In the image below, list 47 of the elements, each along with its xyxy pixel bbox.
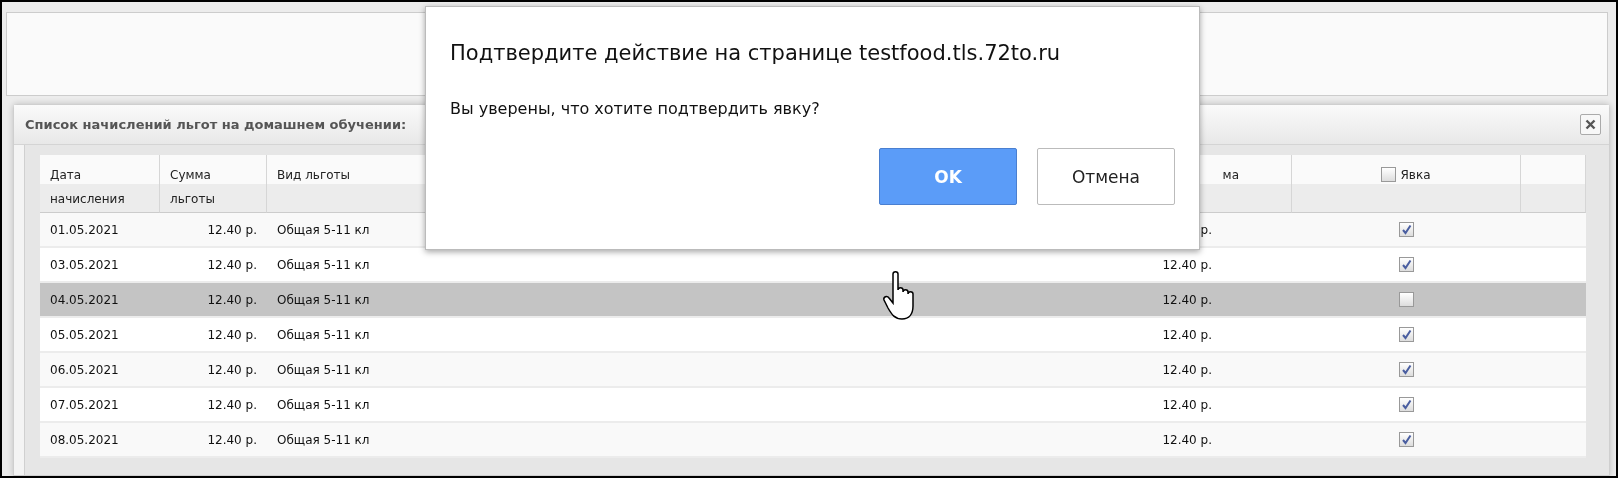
table-cell: 08.05.2021 [50,432,119,447]
table-cell: 12.40 р. [1162,397,1212,412]
checkbox[interactable] [1381,167,1397,182]
table-cell: 12.40 р. [207,292,257,307]
panel-title: Список начислений льгот на домашнем обучении: [25,117,407,132]
table-cell: Общая 5-11 кл [277,432,370,447]
table-cell: Общая 5-11 кл [277,397,370,412]
table-cell: 12.40 р. [1162,292,1212,307]
checkbox[interactable] [1399,432,1414,447]
column-header: Вид льготы [277,168,350,182]
table-cell: 12.40 р. [207,222,257,237]
table-cell: Общая 5-11 кл [277,292,370,307]
table-cell: 12.40 р. [207,327,257,342]
table-cell: 12.40 р. [1162,257,1212,272]
table-cell: 12.40 р. [1162,432,1212,447]
table-cell: 01.05.2021 [50,222,119,237]
close-icon [1585,119,1596,130]
table-cell: 12.40 р. [207,432,257,447]
column-header: Сумма льготы [170,168,215,206]
column-header: Дата начисления [50,168,125,206]
table-cell: 12.40 р. [207,362,257,377]
table-cell: 12.40 р. [1162,362,1212,377]
table-cell: Общая 5-11 кл [277,362,370,377]
column-header: Явка [1400,167,1431,184]
table-cell: 07.05.2021 [50,397,119,412]
checkbox[interactable] [1399,257,1414,272]
table-cell: Общая 5-11 кл [277,222,370,237]
table-cell: 04.05.2021 [50,292,119,307]
table-cell: Общая 5-11 кл [277,257,370,272]
table-cell: 12.40 р. [207,257,257,272]
table-cell: 05.05.2021 [50,327,119,342]
column-header: ма [1222,168,1239,182]
table-cell: 12.40 р. [1162,327,1212,342]
table-cell: р. [1200,222,1212,237]
checkbox[interactable] [1399,327,1414,342]
checkbox[interactable] [1399,397,1414,412]
table-cell: 03.05.2021 [50,257,119,272]
dialog-message: Вы уверены, что хотите подтвердить явку? [450,99,821,118]
checkbox[interactable] [1399,222,1414,237]
checkbox[interactable] [1399,362,1414,377]
close-button[interactable] [1580,114,1601,135]
cancel-button[interactable]: Отмена [1037,148,1175,205]
table-cell: 12.40 р. [207,397,257,412]
table-cell: 06.05.2021 [50,362,119,377]
checkbox[interactable] [1399,292,1414,307]
table-cell: Общая 5-11 кл [277,327,370,342]
dialog-title: Подтвердите действие на странице testfood.tls.72to.ru [450,41,1062,65]
